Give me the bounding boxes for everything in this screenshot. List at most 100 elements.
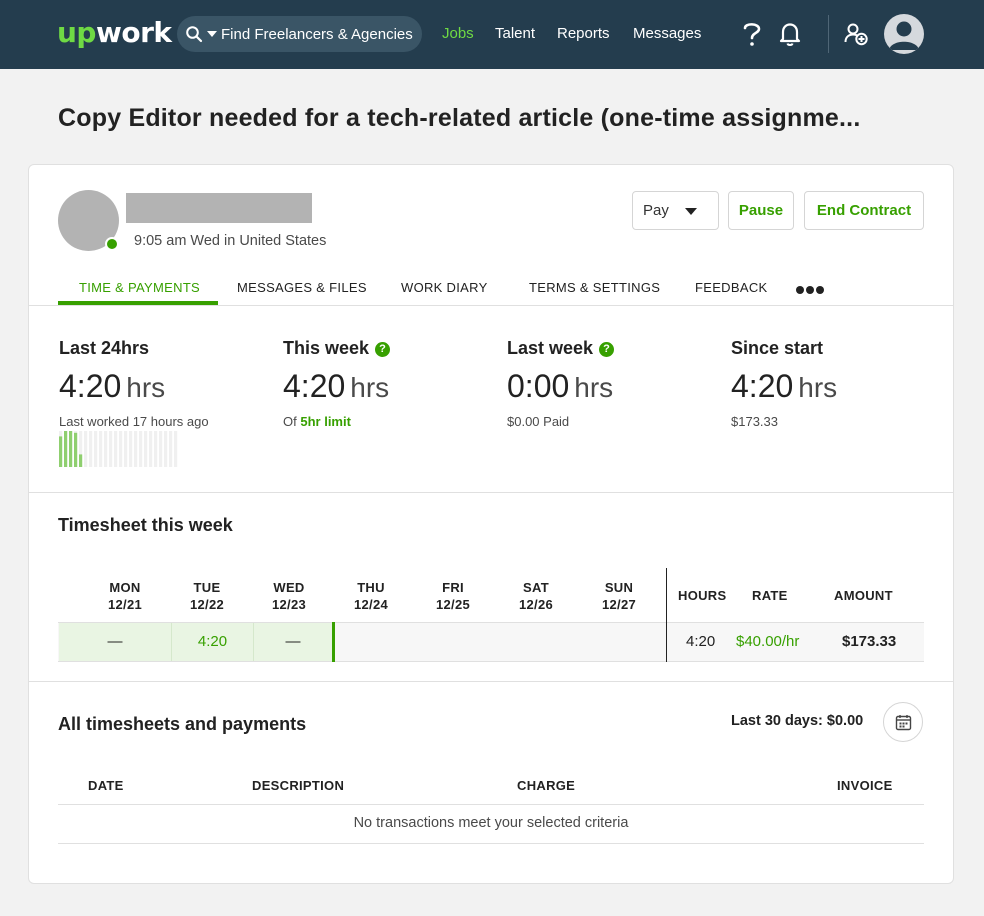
- table-bottom-divider: [58, 843, 924, 844]
- active-tab-indicator: [58, 301, 218, 305]
- sparkline-slot: [169, 431, 173, 467]
- section-divider: [29, 492, 953, 493]
- tab-feedback[interactable]: FEEDBACK: [695, 280, 767, 295]
- tab-messages-files[interactable]: MESSAGES & FILES: [237, 280, 367, 295]
- sparkline-slot: [144, 431, 148, 467]
- stat-subtext: $173.33: [731, 414, 778, 429]
- top-navigation: upwork Jobs Talent Reports Messages: [0, 0, 984, 69]
- timesheet-hours: 4:20: [686, 633, 716, 650]
- stat-label: Since start: [731, 338, 824, 358]
- search-icon[interactable]: [185, 25, 203, 43]
- pay-button-label: Pay: [643, 202, 669, 219]
- stat-value: 0:00 hrs: [507, 368, 614, 404]
- user-avatar-icon[interactable]: [884, 14, 924, 54]
- stat-value: 4:20 hrs: [731, 368, 838, 404]
- page-title: Copy Editor needed for a tech-related ar…: [58, 104, 861, 132]
- sparkline-slot: [104, 431, 108, 467]
- today-marker: [332, 622, 335, 662]
- sparkline-slot: [114, 431, 118, 467]
- timesheet-cell-mon[interactable]: —: [59, 623, 172, 661]
- sparkline-bar: [69, 431, 73, 467]
- sparkline-slot: [109, 431, 113, 467]
- contract-card: 9:05 am Wed in United States Pay Pause E…: [28, 164, 954, 884]
- tab-terms-settings[interactable]: TERMS & SETTINGS: [529, 280, 660, 295]
- stat-this-week: This week? 4:20 hrs Of 5hr limit: [283, 338, 391, 429]
- activity-sparkline: [59, 431, 178, 467]
- upwork-logo[interactable]: upwork: [57, 16, 172, 49]
- payments-title: All timesheets and payments: [58, 714, 307, 734]
- stat-value: 4:20 hrs: [59, 368, 166, 404]
- day-header-wed: WED 12/23: [271, 580, 307, 612]
- search-type-dropdown-icon[interactable]: [207, 31, 217, 37]
- hours-header: HOURS: [678, 588, 727, 603]
- contract-tabs: TIME & PAYMENTS MESSAGES & FILES WORK DI…: [29, 275, 953, 306]
- sparkline-slot: [99, 431, 103, 467]
- stat-value: 4:20 hrs: [283, 368, 390, 404]
- timesheet-cell-tue[interactable]: 4:20: [172, 623, 254, 661]
- stat-subtext: Last worked 17 hours ago: [59, 414, 209, 429]
- help-icon[interactable]: ?: [375, 342, 391, 357]
- tab-work-diary[interactable]: WORK DIARY: [401, 280, 488, 295]
- nav-link-messages[interactable]: Messages: [633, 25, 701, 42]
- rate-header: RATE: [752, 588, 788, 603]
- freelancer-name-redacted: [126, 193, 312, 223]
- more-dots-icon[interactable]: [796, 285, 826, 295]
- sparkline-bar: [59, 436, 63, 467]
- column-description[interactable]: DESCRIPTION: [252, 778, 344, 793]
- search-input[interactable]: [221, 16, 414, 52]
- timesheet-cell-wed[interactable]: —: [254, 623, 333, 661]
- nav-link-talent[interactable]: Talent: [495, 25, 535, 42]
- bell-icon[interactable]: [779, 21, 801, 47]
- timesheet-title: Timesheet this week: [58, 515, 233, 535]
- day-header-fri: FRI 12/25: [435, 580, 471, 612]
- last-30-days-total: Last 30 days: $0.00: [731, 713, 864, 729]
- stat-subtext: $0.00 Paid: [507, 414, 570, 429]
- sparkline-slot: [154, 431, 158, 467]
- question-icon[interactable]: [741, 20, 763, 48]
- amount-header: AMOUNT: [834, 588, 893, 603]
- day-header-tue: TUE 12/22: [189, 580, 225, 612]
- search-bar: [177, 16, 422, 52]
- stat-last-24hrs: Last 24hrs 4:20 hrs Last worked 17 hours …: [59, 338, 209, 429]
- nav-link-reports[interactable]: Reports: [557, 25, 610, 42]
- nav-divider: [828, 15, 829, 53]
- sparkline-slot: [134, 431, 138, 467]
- help-icon[interactable]: ?: [599, 342, 615, 357]
- column-charge[interactable]: CHARGE: [517, 778, 575, 793]
- stat-last-week: Last week? 0:00 hrs $0.00 Paid: [507, 338, 615, 429]
- day-header-thu: THU 12/24: [353, 580, 389, 612]
- sparkline-slot: [94, 431, 98, 467]
- tab-time-payments[interactable]: TIME & PAYMENTS: [79, 280, 200, 295]
- nav-link-jobs[interactable]: Jobs: [442, 25, 474, 42]
- weekly-limit-link[interactable]: 5hr limit: [300, 414, 351, 429]
- timesheet-summary-divider: [666, 568, 667, 662]
- calendar-icon: [895, 715, 912, 731]
- sparkline-slot: [139, 431, 143, 467]
- end-contract-button[interactable]: End Contract: [804, 191, 924, 230]
- sparkline-bar: [79, 454, 83, 467]
- online-status-dot: [105, 237, 119, 251]
- sparkline-slot: [119, 431, 123, 467]
- stat-since-start: Since start 4:20 hrs $173.33: [731, 338, 837, 429]
- sparkline-bar: [64, 431, 68, 467]
- sparkline-slot: [129, 431, 133, 467]
- sparkline-slot: [89, 431, 93, 467]
- column-date[interactable]: DATE: [88, 778, 124, 793]
- stat-label: Last 24hrs: [59, 338, 150, 358]
- sparkline-slot: [164, 431, 168, 467]
- stat-label: This week?: [283, 338, 391, 359]
- pause-button[interactable]: Pause: [728, 191, 794, 230]
- add-user-icon[interactable]: [844, 22, 868, 46]
- sparkline-slot: [159, 431, 163, 467]
- timesheet-rate: $40.00/hr: [736, 633, 800, 650]
- date-range-button[interactable]: [883, 702, 923, 742]
- sparkline-slot: [174, 431, 178, 467]
- day-header-sat: SAT 12/26: [518, 580, 554, 612]
- sparkline-slot: [124, 431, 128, 467]
- timesheet-amount: $173.33: [842, 633, 897, 650]
- day-header-mon: MON 12/21: [107, 580, 143, 612]
- table-header-divider: [58, 804, 924, 805]
- pay-dropdown-button[interactable]: Pay: [632, 191, 719, 230]
- stat-label: Last week?: [507, 338, 615, 359]
- column-invoice[interactable]: INVOICE: [837, 778, 893, 793]
